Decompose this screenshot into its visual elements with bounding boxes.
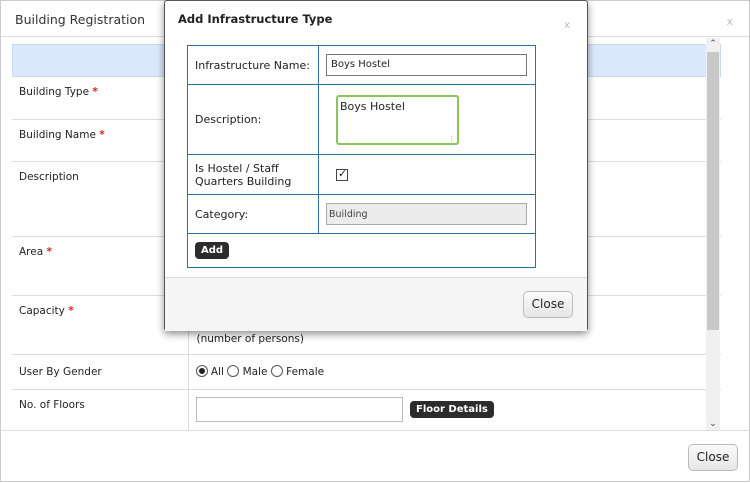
- hostel-checkbox[interactable]: ✓: [336, 166, 348, 181]
- floors-cell: Floor Details: [188, 389, 721, 430]
- form-scrollbar[interactable]: ⌃ ⌄: [706, 38, 720, 430]
- modal-footer: Close: [165, 277, 587, 331]
- add-button[interactable]: Add: [195, 242, 230, 259]
- capacity-hint: (number of persons): [196, 332, 304, 345]
- hostel-label: Is Hostel / Staff Quarters Building: [187, 154, 319, 195]
- category-label: Category:: [187, 194, 319, 234]
- close-icon[interactable]: x: [726, 15, 733, 28]
- resize-handle-icon[interactable]: ⋮: [448, 135, 455, 143]
- gender-male-radio[interactable]: [227, 365, 240, 377]
- capacity-label: Capacity *: [12, 295, 189, 355]
- category-cell: Building: [318, 194, 536, 234]
- description-cell-modal: Boys Hostel ⋮: [318, 84, 536, 155]
- checkmark-icon: ✓: [338, 166, 348, 180]
- close-button[interactable]: Close: [688, 444, 738, 471]
- gender-cell: All Male Female: [188, 354, 721, 390]
- gender-female-radio[interactable]: [270, 365, 283, 377]
- modal-title: Add Infrastructure Type: [178, 12, 333, 26]
- scroll-down-icon[interactable]: ⌄: [706, 418, 720, 430]
- scroll-up-icon[interactable]: ⌃: [706, 38, 720, 50]
- scroll-thumb[interactable]: [707, 52, 719, 330]
- floors-input[interactable]: [195, 396, 403, 422]
- gender-all-radio[interactable]: [195, 365, 208, 377]
- add-button-cell: Add: [187, 233, 536, 268]
- add-infrastructure-type-modal: Add Infrastructure Type x Infrastructure…: [164, 0, 588, 331]
- hostel-cell: ✓: [318, 154, 536, 195]
- description-label: Description: [12, 161, 189, 237]
- category-input: Building: [326, 203, 527, 225]
- building-type-label: Building Type *: [12, 77, 189, 120]
- gender-female-label: Female: [286, 366, 325, 378]
- infrastructure-name-cell: Boys Hostel: [318, 45, 536, 85]
- infrastructure-form: Infrastructure Name: Boys Hostel Descrip…: [187, 45, 536, 268]
- infrastructure-name-label: Infrastructure Name:: [187, 45, 319, 85]
- modal-close-icon[interactable]: x: [564, 20, 570, 31]
- description-label-modal: Description:: [187, 84, 319, 155]
- dialog-title: Building Registration: [15, 12, 146, 27]
- modal-header: Add Infrastructure Type x: [165, 1, 587, 35]
- gender-male-label: Male: [242, 366, 268, 378]
- gender-all-label: All: [210, 366, 224, 378]
- no-of-floors-label: No. of Floors: [12, 389, 189, 430]
- modal-close-button[interactable]: Close: [523, 291, 573, 318]
- infrastructure-name-input[interactable]: Boys Hostel: [326, 54, 527, 76]
- description-textarea[interactable]: Boys Hostel ⋮: [336, 94, 459, 145]
- floor-details-button[interactable]: Floor Details: [410, 400, 494, 418]
- dialog-footer: Close: [1, 430, 750, 483]
- building-name-label: Building Name *: [12, 119, 189, 162]
- user-by-gender-label: User By Gender: [12, 354, 189, 390]
- area-label: Area *: [12, 236, 189, 296]
- description-text: Boys Hostel: [340, 99, 405, 113]
